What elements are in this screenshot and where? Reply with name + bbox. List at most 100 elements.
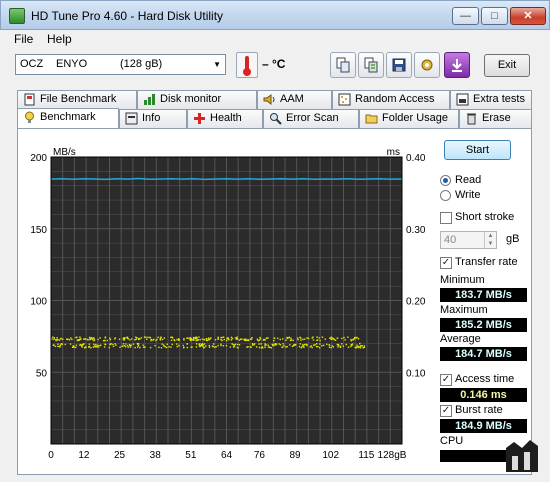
drive-size: (128 gB) bbox=[120, 58, 163, 70]
access-time-point bbox=[57, 343, 59, 345]
tab-extra-tests[interactable]: Extra tests bbox=[450, 90, 532, 109]
access-time-point bbox=[139, 346, 141, 349]
access-time-point bbox=[357, 345, 360, 348]
access-time-point bbox=[227, 337, 229, 339]
access-time-point bbox=[163, 337, 166, 339]
access-time-point bbox=[88, 346, 90, 348]
access-time-point bbox=[136, 346, 139, 348]
tab-info[interactable]: Info bbox=[119, 109, 187, 128]
access-time-point bbox=[88, 336, 91, 339]
access-time-point bbox=[202, 344, 204, 346]
access-time-point bbox=[140, 337, 143, 339]
access-time-checkbox[interactable]: ✓ bbox=[440, 374, 452, 386]
drive-select[interactable]: OCZ ENYO (128 gB) ▼ bbox=[15, 54, 226, 75]
stepper-arrows-icon[interactable]: ▲ ▼ bbox=[484, 232, 496, 248]
read-radio[interactable] bbox=[440, 175, 451, 186]
copy-button[interactable] bbox=[330, 52, 356, 78]
average-value: 184.7 MB/s bbox=[440, 347, 527, 361]
access-time-point bbox=[156, 338, 158, 341]
access-time-point bbox=[296, 337, 299, 339]
access-time-point bbox=[149, 346, 152, 349]
access-time-point bbox=[285, 339, 287, 341]
copy-text-button[interactable] bbox=[358, 52, 384, 78]
access-time-point bbox=[312, 336, 314, 338]
tab-label: File Benchmark bbox=[40, 93, 117, 105]
access-time-point bbox=[203, 338, 205, 341]
start-button[interactable]: Start bbox=[444, 140, 511, 160]
burst-rate-checkbox[interactable]: ✓ bbox=[440, 405, 452, 417]
access-time-point bbox=[114, 343, 116, 345]
access-time-point bbox=[214, 346, 216, 348]
x-tick-label: 76 bbox=[254, 450, 266, 461]
access-time-point bbox=[93, 345, 96, 347]
access-time-point bbox=[170, 346, 172, 348]
tab-label: Health bbox=[210, 112, 242, 124]
access-time-point bbox=[114, 337, 116, 339]
x-tick-label: 64 bbox=[221, 450, 233, 461]
tab-aam[interactable]: AAM bbox=[257, 90, 332, 109]
access-time-point bbox=[318, 347, 321, 349]
access-time-point bbox=[137, 343, 139, 346]
tab-benchmark[interactable]: Benchmark bbox=[17, 108, 119, 129]
maximize-button[interactable]: □ bbox=[481, 7, 508, 25]
access-time-point bbox=[100, 344, 102, 346]
access-time-point bbox=[69, 343, 72, 345]
save-icon bbox=[392, 58, 406, 72]
access-time-point bbox=[60, 343, 62, 345]
access-time-point bbox=[307, 337, 310, 340]
access-time-point bbox=[260, 343, 262, 345]
access-time-point bbox=[83, 343, 85, 345]
access-time-point bbox=[312, 344, 315, 346]
tab-health[interactable]: Health bbox=[187, 109, 263, 128]
save-button[interactable] bbox=[386, 52, 412, 78]
burst-rate-label: Burst rate bbox=[455, 404, 503, 416]
tab-file-benchmark[interactable]: File Benchmark bbox=[17, 90, 137, 109]
menu-file[interactable]: File bbox=[14, 32, 33, 46]
transfer-rate-checkbox[interactable]: ✓ bbox=[440, 257, 452, 269]
short-stroke-stepper[interactable]: 40 ▲ ▼ bbox=[440, 231, 497, 249]
tab-random-access[interactable]: Random Access bbox=[332, 90, 450, 109]
access-time-point bbox=[234, 337, 237, 339]
tab-label: Error Scan bbox=[286, 112, 339, 124]
access-time-point bbox=[353, 336, 356, 339]
tab-disk-monitor[interactable]: Disk monitor bbox=[137, 90, 257, 109]
options-icon bbox=[421, 59, 433, 71]
close-button[interactable]: ✕ bbox=[510, 7, 546, 25]
access-time-point bbox=[75, 336, 77, 339]
access-time-point bbox=[311, 346, 313, 349]
write-radio[interactable] bbox=[440, 190, 451, 201]
access-time-point bbox=[352, 338, 354, 341]
tab-erase[interactable]: Erase bbox=[459, 109, 532, 128]
download-button[interactable] bbox=[444, 52, 470, 78]
access-time-point bbox=[354, 346, 356, 349]
magnifier-icon bbox=[270, 113, 282, 125]
access-time-point bbox=[91, 338, 94, 341]
access-time-point bbox=[202, 345, 204, 347]
access-time-point bbox=[330, 346, 332, 349]
tab-error-scan[interactable]: Error Scan bbox=[263, 109, 359, 128]
access-time-point bbox=[159, 337, 162, 339]
x-tick-label: 38 bbox=[150, 450, 162, 461]
access-time-point bbox=[198, 336, 200, 338]
access-time-point bbox=[190, 337, 193, 340]
minimize-button[interactable]: — bbox=[452, 7, 479, 25]
menu-help[interactable]: Help bbox=[47, 32, 72, 46]
access-time-point bbox=[183, 339, 185, 341]
access-time-point bbox=[324, 338, 326, 340]
short-stroke-unit: gB bbox=[506, 233, 520, 245]
access-time-point bbox=[135, 338, 137, 341]
minimum-value: 183.7 MB/s bbox=[440, 288, 527, 302]
options-button[interactable] bbox=[414, 52, 440, 78]
copy-text-icon bbox=[364, 57, 378, 73]
x-tick-label: 25 bbox=[114, 450, 126, 461]
short-stroke-checkbox[interactable] bbox=[440, 212, 452, 224]
access-time-point bbox=[232, 346, 235, 348]
access-time-point bbox=[250, 338, 253, 340]
short-stroke-value: 40 bbox=[444, 234, 457, 246]
access-time-point bbox=[160, 347, 163, 349]
tab-folder-usage[interactable]: Folder Usage bbox=[359, 109, 459, 128]
access-time-point bbox=[363, 345, 366, 347]
exit-button[interactable]: Exit bbox=[484, 54, 530, 77]
y-right-unit: ms bbox=[387, 147, 400, 158]
access-time-point bbox=[258, 343, 260, 345]
